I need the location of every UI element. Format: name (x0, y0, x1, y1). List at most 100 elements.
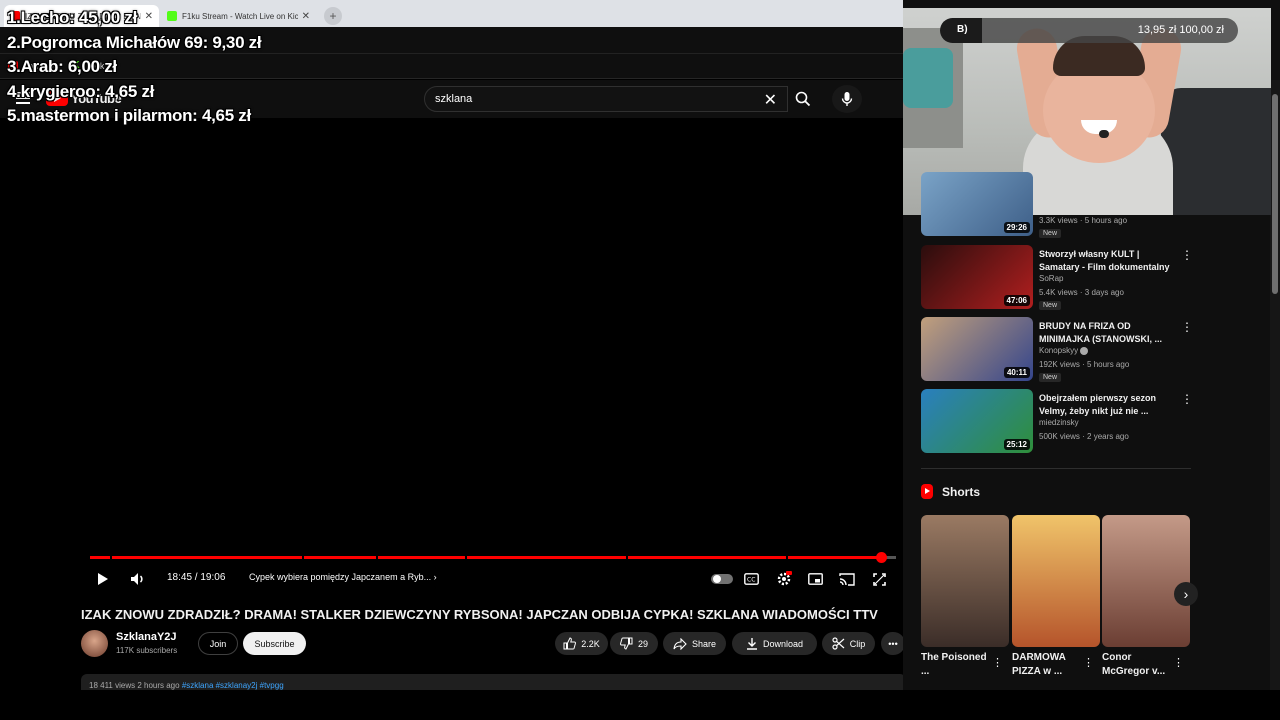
chevron-right-icon: › (433, 572, 437, 582)
chapter-marker (376, 556, 378, 559)
clip-button[interactable]: Clip (822, 632, 875, 655)
captions-icon: CC (743, 573, 759, 585)
short-thumbnail[interactable] (1012, 515, 1100, 647)
video-duration: 29:26 (1003, 222, 1030, 233)
like-button[interactable]: 2.2K (555, 632, 608, 655)
dislike-button[interactable]: 29 (610, 632, 658, 655)
shorts-icon (921, 484, 933, 499)
channel-avatar[interactable] (81, 630, 108, 657)
video-thumbnail[interactable]: 25:12 (921, 389, 1033, 453)
volume-icon (131, 573, 143, 585)
channel-name[interactable]: SzklanaY2J (116, 631, 177, 643)
video-meta: 3.3K views · 5 hours ago (1039, 216, 1128, 225)
clear-icon[interactable]: ✕ (764, 90, 777, 110)
chapter-marker (465, 556, 467, 559)
like-count: 2.2K (581, 638, 600, 649)
more-vertical-icon[interactable]: ⋮ (1181, 249, 1193, 261)
recommended-video[interactable]: 29:26 3.3K views · 5 hours ago New (921, 172, 1191, 238)
chevron-right-icon[interactable]: › (1174, 582, 1198, 606)
description-tags[interactable]: #szklana #szklanay2j #tvpgg (182, 681, 284, 690)
donation-entry: 5.mastermon i pilarmon: 4,65 zł (7, 106, 251, 125)
subtitles-button[interactable]: CC (742, 570, 760, 588)
more-actions-button[interactable]: ••• (881, 632, 905, 655)
new-badge: New (1039, 301, 1062, 310)
more-vertical-icon[interactable]: ⋮ (1083, 656, 1094, 669)
recommended-video[interactable]: 25:12 Obejrzałem pierwszy sezon Velmy, ż… (921, 389, 1193, 453)
chapter-marker (110, 556, 112, 559)
more-vertical-icon[interactable]: ⋮ (992, 656, 1003, 669)
video-player[interactable] (0, 118, 903, 600)
scissors-icon (832, 637, 845, 650)
dislike-count: 29 (637, 638, 648, 649)
more-vertical-icon[interactable]: ⋮ (1173, 656, 1184, 669)
settings-button[interactable] (774, 570, 794, 588)
video-duration: 25:12 (1003, 439, 1030, 450)
video-duration: 47:06 (1003, 295, 1030, 306)
new-tab-button[interactable]: + (324, 7, 342, 25)
search-input[interactable]: szklana ✕ (424, 86, 788, 112)
miniplayer-icon (807, 573, 823, 585)
channel-name[interactable]: miedzinsky (1039, 418, 1079, 427)
autoplay-toggle[interactable] (711, 574, 733, 584)
webcam-headset-mic (1099, 130, 1109, 138)
short-title[interactable]: Conor McGregor v... (1102, 651, 1177, 679)
short-title[interactable]: DARMOWA PIZZA w ... (1012, 651, 1087, 679)
recommended-video[interactable]: 40:11 BRUDY NA FRIZA OD MINIMAJKA (STANO… (921, 317, 1193, 382)
channel-label: Konopskyy (1039, 346, 1079, 355)
short-thumbnail[interactable] (921, 515, 1009, 647)
channel-name[interactable]: Konopskyy (1039, 346, 1089, 355)
microphone-icon (841, 92, 853, 106)
cast-button[interactable] (838, 570, 856, 588)
video-title[interactable]: Obejrzałem pierwszy sezon Velmy, żeby ni… (1039, 392, 1174, 418)
download-label: Download (762, 638, 804, 649)
video-thumbnail[interactable]: 47:06 (921, 245, 1033, 309)
download-button[interactable]: Download (732, 632, 817, 655)
clip-label: Clip (849, 638, 866, 649)
donation-goal-bar: B) 13,95 zł 100,00 zł (940, 18, 1238, 43)
verified-icon (1080, 346, 1089, 355)
donation-entry: 4.krygieroo: 4,65 zł (7, 81, 155, 101)
subscribe-button[interactable]: Subscribe (243, 632, 306, 655)
shorts-heading: Shorts (921, 484, 980, 499)
video-title[interactable]: Stworzył własny KULT | Samatary - Film d… (1039, 248, 1174, 274)
gear-icon (777, 571, 792, 586)
fullscreen-button[interactable] (870, 570, 888, 588)
description-stats: 18 411 views 2 hours ago (89, 681, 180, 690)
time-display: 18:45 / 19:06 (167, 572, 226, 583)
volume-button[interactable] (128, 570, 148, 588)
search-value: szklana (435, 93, 473, 105)
thumbs-up-icon (563, 637, 577, 650)
chapter-title[interactable]: Cypek wybiera pomiędzy Japczanem a Ryb..… (249, 572, 437, 582)
play-icon (98, 573, 108, 585)
play-button[interactable] (94, 570, 112, 588)
recommended-video[interactable]: 47:06 Stworzył własny KULT | Samatary - … (921, 245, 1193, 310)
webcam-pillow (903, 48, 953, 108)
video-meta: 192K views · 5 hours ago (1039, 360, 1130, 369)
scrollbar-thumb[interactable] (1272, 94, 1278, 294)
chapter-marker (786, 556, 788, 559)
video-thumbnail[interactable]: 40:11 (921, 317, 1033, 381)
svg-text:CC: CC (747, 577, 755, 584)
video-title[interactable]: BRUDY NA FRIZA OD MINIMAJKA (STANOWSKI, … (1039, 320, 1174, 346)
more-vertical-icon[interactable]: ⋮ (1181, 393, 1193, 405)
search-button[interactable] (788, 86, 818, 112)
description-box[interactable]: 18 411 views 2 hours ago #szklana #szkla… (81, 674, 906, 690)
more-vertical-icon[interactable]: ⋮ (1181, 321, 1193, 333)
donation-goal-amount: 13,95 zł 100,00 zł (1137, 24, 1224, 36)
screen-bottom-bar (0, 690, 1280, 720)
channel-name[interactable]: SoRap (1039, 274, 1063, 283)
video-thumbnail[interactable]: 29:26 (921, 172, 1033, 236)
progress-bar[interactable] (90, 552, 896, 563)
section-divider (921, 468, 1191, 469)
close-icon[interactable]: ✕ (302, 11, 310, 22)
join-button[interactable]: Join (198, 632, 238, 655)
voice-search-button[interactable] (832, 85, 862, 113)
miniplayer-button[interactable] (806, 570, 824, 588)
short-title[interactable]: The Poisoned ... (921, 651, 996, 679)
page-scrollbar[interactable] (1270, 80, 1280, 690)
donation-goal-label: B) (957, 24, 968, 35)
share-button[interactable]: Share (663, 632, 726, 655)
chapter-marker (626, 556, 628, 559)
video-title: IZAK ZNOWU ZDRADZIŁ? DRAMA! STALKER DZIE… (81, 607, 878, 622)
short-thumbnail[interactable] (1102, 515, 1190, 647)
